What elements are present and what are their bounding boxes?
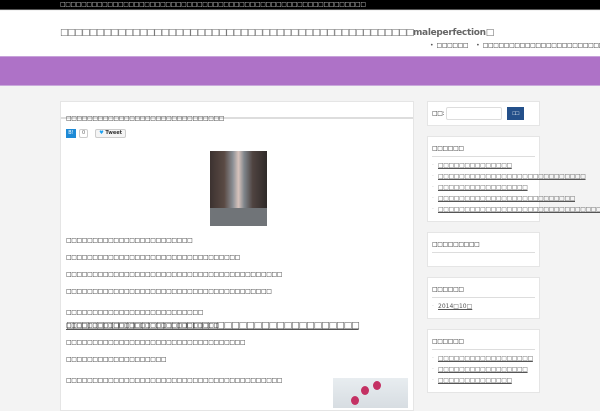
widget-title: □□□□□□ bbox=[432, 283, 535, 298]
category-link[interactable]: □□□□□□□□□□□□□□□□□□ bbox=[438, 355, 533, 362]
title-text: □□□□□□□□□□□□□□□□□□□□□□□□□□□□□□□□□□□□□□□□… bbox=[60, 28, 414, 38]
post-body: □□□□□□□□□□□□□□□□□□□□□□□□ □□□□□□□□□□□□□□□… bbox=[66, 236, 413, 393]
body-line: □□□□□□□□□□□□□□□□□□□□□□□□□□□□□□□□□□ bbox=[66, 339, 246, 346]
recent-post-link[interactable]: □□□□□□□□□□□□□□□□□□□□□□□□□□ bbox=[438, 195, 575, 202]
post-title-text: □□□□□□□□□□□□□□□□□□□□□□□□□□□□□□ bbox=[66, 115, 225, 122]
archive-link[interactable]: 2014□10□ bbox=[438, 303, 472, 310]
categories-widget: □□□□□□ □□□□□□□□□□□□□□□□□□ □□□□□□□□□□□□□□… bbox=[427, 329, 540, 393]
nav-item-page[interactable]: •□□□□□□□□□□□□□□□□□□□□□□□□□ bbox=[476, 32, 600, 51]
site-title-link[interactable]: □□□□□□□□□□□□□□□□□□□□□□□□□□□□□□□□□□□□□□□□… bbox=[60, 28, 494, 38]
hatena-bookmark-button[interactable]: B! bbox=[66, 129, 76, 138]
recent-comments-widget: □□□□□□□□□ bbox=[427, 232, 540, 267]
recent-post-link[interactable]: □□□□□□□□□□□□□□□□□ bbox=[438, 184, 528, 191]
body-line: □□□□□□□□□□□□□□□□□□□ bbox=[66, 356, 167, 363]
share-buttons: B! 0 ♥ Tweet bbox=[66, 129, 127, 138]
flower-photo bbox=[333, 378, 408, 408]
header-nav: •□□□□□□ •□□□□□□□□□□□□□□□□□□□□□□□□□ bbox=[430, 32, 600, 51]
site-description: □□□□□□□□□□□□□□□□□□□□□□□□□□□□□□□□□□□□□□□□… bbox=[60, 1, 366, 8]
body-line: □□□□□□□□□□□□□□□□□□□□□□□□□□□□□□□□□ bbox=[66, 254, 240, 261]
post-title: □□□□□□□□□□□□□□□□□□□□□□□□□□□□□□ bbox=[61, 102, 413, 122]
widget-title: □□□□□□ bbox=[432, 335, 535, 350]
post-article: □□□□□□□□□□□□□□□□□□□□□□□□□□□□□□ B! 0 ♥ Tw… bbox=[60, 101, 414, 411]
recent-post-link[interactable]: □□□□□□□□□□□□□□□□□□□□□□□□□□□□ bbox=[438, 173, 586, 180]
top-bar: □□□□□□□□□□□□□□□□□□□□□□□□□□□□□□□□□□□□□□□□… bbox=[0, 0, 600, 10]
body-line: □□□□□□□□□□□□□□□□□□□□□□□□ bbox=[66, 237, 193, 244]
search-label: □□: bbox=[432, 110, 445, 117]
search-button[interactable]: □□ bbox=[507, 107, 525, 120]
nav-label: □□□□□□ bbox=[436, 42, 469, 49]
nav-item-home[interactable]: • □□□□□□ bbox=[430, 32, 469, 51]
sidebar: □□: □□ □□□□□□ □□□□□□□□□□□□□□ □□□□□□□□□□□… bbox=[427, 101, 600, 403]
search-widget: □□: □□ bbox=[427, 101, 540, 126]
widget-title: □□□□□□ bbox=[432, 142, 535, 157]
body-line-with-link: □□□□□□□□□□□□□□□□□□□□□□□□□□ □□□□□□□□□□□□□… bbox=[66, 304, 413, 331]
category-link[interactable]: □□□□□□□□□□□□□□□□□ bbox=[438, 366, 528, 373]
bookmark-count: 0 bbox=[79, 129, 89, 138]
recent-posts-widget: □□□□□□ □□□□□□□□□□□□□□ □□□□□□□□□□□□□□□□□□… bbox=[427, 136, 600, 222]
body-text: □□□□□□□□□□□□□□□□□□□□□□□□□□ bbox=[66, 309, 203, 316]
body-line: □□□□□□□□□□□□□□□□□□□□□□□□□□□□□□□□□□□□□□□□… bbox=[66, 271, 283, 278]
body-line: □□□□□□□□□□□□□□□□□□□□□□□□□□□□□□□□□□□□□□□ bbox=[66, 288, 272, 295]
alley-photo bbox=[210, 151, 267, 226]
recent-post-link[interactable]: □□□□□□□□□□□□□□ bbox=[438, 162, 512, 169]
tweet-label: Tweet bbox=[105, 130, 123, 136]
recent-post-link[interactable]: □□□□□□□□□□□□□□□□□□□□□□□□□□□□□□□□□ bbox=[438, 206, 600, 213]
twitter-bird-icon: ♥ bbox=[99, 130, 104, 136]
archives-widget: □□□□□□ 2014□10□ bbox=[427, 277, 540, 319]
site-header: □□□□□□□□□□□□□□□□□□□□□□□□□□□□□□□□□□□□□□□□… bbox=[0, 11, 600, 56]
widget-title: □□□□□□□□□ bbox=[432, 238, 535, 253]
category-link[interactable]: □□□□□□□□□□□□□□ bbox=[438, 377, 512, 384]
nav-label: □□□□□□□□□□□□□□□□□□□□□□□□□ bbox=[482, 42, 600, 49]
search-input[interactable] bbox=[446, 107, 503, 120]
purple-banner bbox=[0, 56, 600, 86]
tweet-button[interactable]: ♥ Tweet bbox=[95, 129, 127, 138]
